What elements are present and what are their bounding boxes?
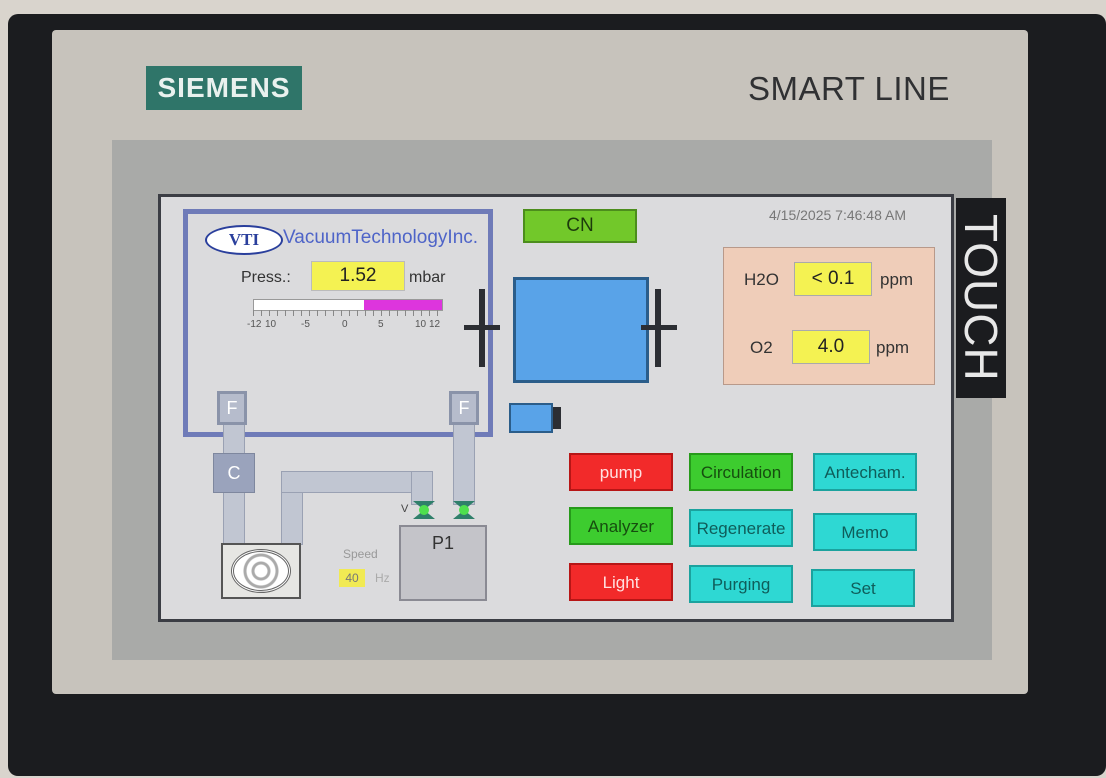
antechamber[interactable] [513, 277, 649, 383]
speed-value[interactable]: 40 [339, 569, 365, 587]
pipe-left-upper [223, 421, 245, 455]
gas-readings-panel: H2O < 0.1 ppm O2 4.0 ppm [723, 247, 935, 385]
o2-label: O2 [750, 338, 773, 357]
pressure-value: 1.52 [311, 261, 405, 291]
pressure-tick-label: -12 [247, 319, 262, 330]
light-button[interactable]: Light [569, 563, 673, 601]
memo-button[interactable]: Memo [813, 513, 917, 551]
o2-unit: ppm [876, 338, 910, 357]
siemens-logo: SIEMENS [146, 66, 302, 110]
valve-icon[interactable] [413, 501, 435, 519]
c-component: C [213, 453, 255, 493]
antechamber-handle-right [641, 325, 677, 330]
speed-label: Speed [343, 547, 378, 561]
pipe-horizontal [281, 471, 431, 493]
pressure-unit: mbar [409, 269, 446, 286]
pressure-tick-label: 0 [342, 319, 348, 330]
purging-button[interactable]: Purging [689, 565, 793, 603]
mini-antechamber-door [553, 407, 561, 429]
pressure-tick-label: 10 [265, 319, 277, 330]
pipe-to-valve [411, 471, 433, 505]
pipe-left-lower [223, 491, 245, 545]
regenerate-button[interactable]: Regenerate [689, 509, 793, 547]
speed-unit: Hz [375, 571, 390, 585]
pressure-tick-label: 10 [415, 319, 427, 330]
set-button[interactable]: Set [811, 569, 915, 607]
h2o-unit: ppm [880, 270, 914, 289]
vacuum-pump-p1[interactable]: P1 [399, 525, 487, 601]
circulation-button[interactable]: Circulation [689, 453, 793, 491]
pressure-bar-ticks [253, 310, 441, 316]
pipe-right [453, 421, 475, 505]
vti-logo: VTI [205, 225, 283, 255]
blower[interactable] [221, 543, 301, 599]
pressure-label: Press.: [241, 269, 291, 286]
pressure-bar-fill [363, 300, 442, 310]
filter-right: F [449, 391, 479, 425]
pressure-tick-label: -5 [301, 319, 310, 330]
touch-label: TOUCH [955, 198, 1007, 398]
cn-button[interactable]: CN [523, 209, 637, 243]
valve-label: V [401, 503, 409, 515]
model-label: SMART LINE [748, 70, 950, 107]
h2o-value: < 0.1 [794, 262, 872, 296]
antechamber-handle-left [464, 325, 500, 330]
fan-icon [231, 549, 291, 593]
mini-antechamber[interactable] [509, 403, 553, 433]
valve-icon[interactable] [453, 501, 475, 519]
datetime: 4/15/2025 7:46:48 AM [769, 207, 906, 223]
antechamber-button[interactable]: Antecham. [813, 453, 917, 491]
pump-button[interactable]: pump [569, 453, 673, 491]
h2o-label: H2O [744, 270, 779, 289]
vti-company-name: VacuumTechnologyInc. [283, 227, 479, 248]
pressure-tick-label: 5 [378, 319, 384, 330]
hmi-screen: VTI VacuumTechnologyInc. Press.: 1.52 mb… [158, 194, 954, 622]
pressure-tick-label: 12 [429, 319, 441, 330]
filter-left: F [217, 391, 247, 425]
analyzer-button[interactable]: Analyzer [569, 507, 673, 545]
o2-value: 4.0 [792, 330, 870, 364]
